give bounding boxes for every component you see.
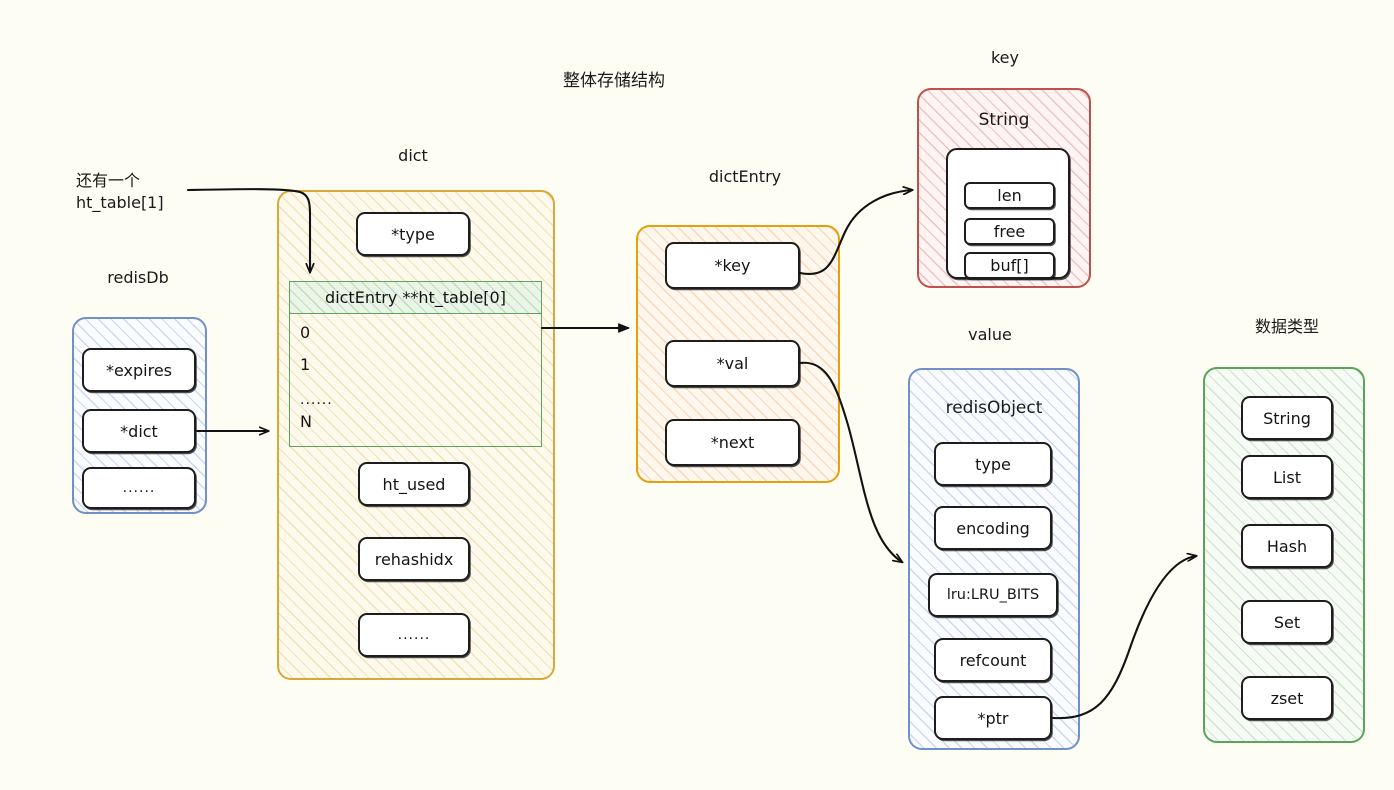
field-lru[interactable]: lru:LRU_BITS [928,573,1058,617]
group-label-key: key [990,48,1019,67]
ht-table-row-n: N [300,412,312,431]
field-ht-used[interactable]: ht_used [358,462,470,506]
inner-title-redisobject: redisObject [945,398,1043,418]
field-len[interactable]: len [964,182,1055,209]
field-buf[interactable]: buf[] [964,252,1055,279]
field-datatype-list[interactable]: List [1241,455,1333,499]
field-dict-pointer[interactable]: *dict [82,409,196,453]
diagram-canvas: 整体存储结构 还有一个 ht_table[1] redisDb *expires… [0,0,1394,790]
field-type-obj[interactable]: type [934,442,1052,486]
page-title: 整体存储结构 [563,71,665,91]
field-datatype-zset[interactable]: zset [1241,676,1333,720]
field-type[interactable]: *type [356,212,470,256]
group-label-redisdb: redisDb [107,268,169,287]
field-val[interactable]: *val [665,340,800,387]
group-value [908,368,1080,750]
ht-table-row-0: 0 [300,323,311,342]
field-refcount[interactable]: refcount [934,638,1052,682]
ht-table-annotation: 还有一个 ht_table[1] [76,171,164,212]
field-key[interactable]: *key [665,242,800,289]
field-datatype-set[interactable]: Set [1241,600,1333,644]
field-ptr[interactable]: *ptr [934,696,1052,740]
ht-table-header: dictEntry **ht_table[0] [289,281,542,314]
field-next[interactable]: *next [665,419,800,466]
field-datatype-hash[interactable]: Hash [1241,524,1333,568]
field-encoding[interactable]: encoding [934,506,1052,550]
field-expires[interactable]: *expires [82,348,196,392]
inner-title-string: String [978,110,1030,130]
field-rehashidx[interactable]: rehashidx [358,537,470,581]
ht-table-body: 0 1 ...... N [289,314,542,447]
ht-table-row-1: 1 [300,355,311,374]
group-label-value: value [968,325,1012,344]
field-datatype-string[interactable]: String [1241,396,1333,440]
ht-table: dictEntry **ht_table[0] 0 1 ...... N [289,281,542,447]
group-label-dict: dict [398,146,428,165]
field-redisdb-more[interactable]: ...... [82,467,196,509]
field-free[interactable]: free [964,218,1055,245]
field-dict-more[interactable]: ...... [358,613,470,657]
ht-table-row-ellipsis: ...... [300,392,333,408]
group-label-dictentry: dictEntry [708,167,782,186]
group-label-datatypes: 数据类型 [1254,317,1319,336]
